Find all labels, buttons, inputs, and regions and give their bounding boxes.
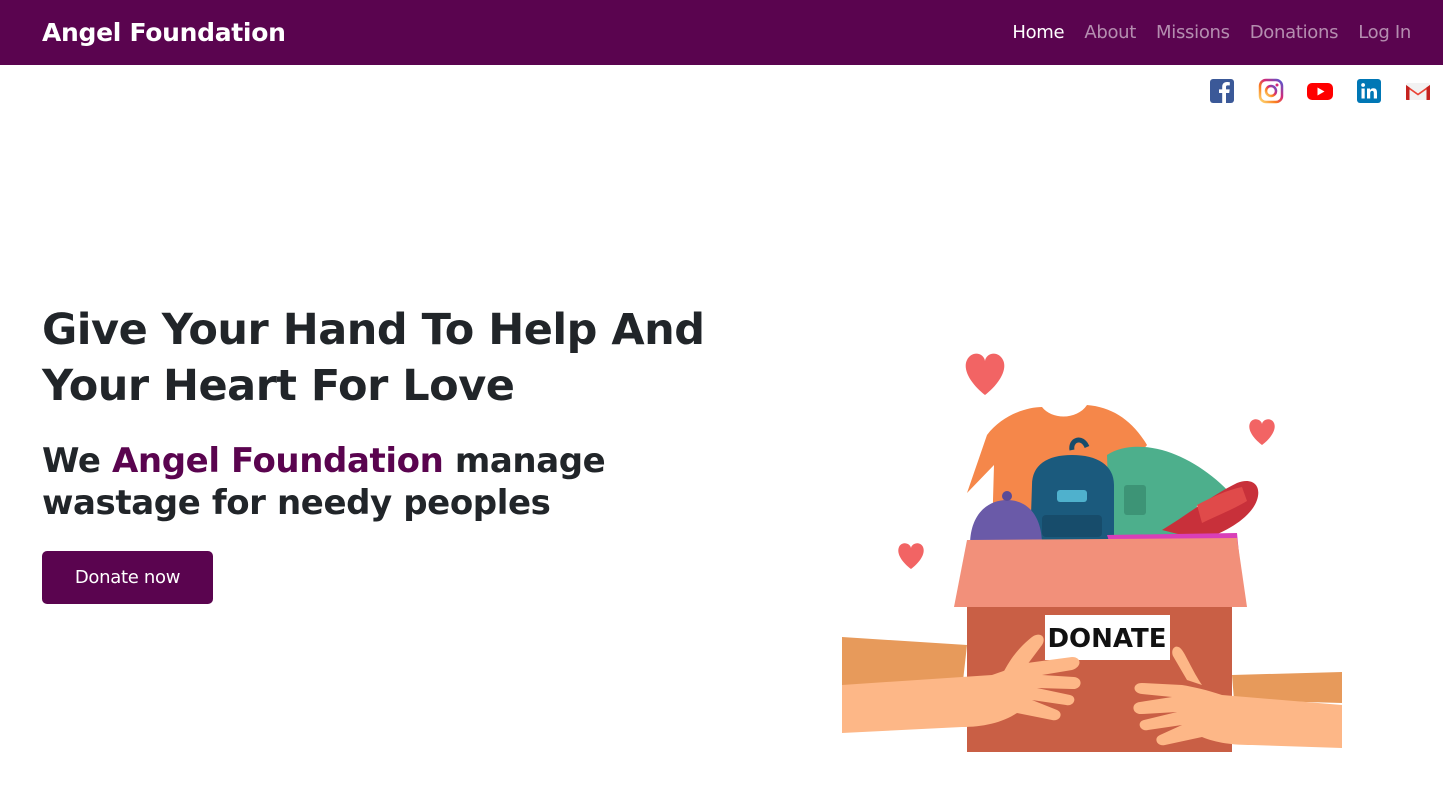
facebook-icon[interactable]	[1209, 78, 1235, 104]
headline-line-1: Give Your Hand To Help And	[42, 305, 705, 355]
heart-icon	[898, 543, 924, 569]
headline-line-2: Your Heart For Love	[42, 361, 515, 411]
subheading-brand: Angel Foundation	[112, 441, 444, 481]
youtube-icon[interactable]	[1307, 78, 1333, 104]
nav-missions[interactable]: Missions	[1146, 22, 1240, 43]
brand-logo[interactable]: Angel Foundation	[42, 18, 286, 47]
nav-home[interactable]: Home	[1002, 22, 1074, 43]
hero-subheading: We Angel Foundation manage wastage for n…	[42, 440, 742, 524]
social-links	[1209, 78, 1431, 104]
top-navbar: Angel Foundation Home About Missions Don…	[0, 0, 1443, 65]
gmail-icon[interactable]	[1405, 78, 1431, 104]
box-label: DONATE	[1047, 624, 1166, 654]
donate-now-button[interactable]: Donate now	[42, 551, 213, 604]
hero-section: Give Your Hand To Help And Your Heart Fo…	[42, 302, 742, 524]
subheading-prefix: We	[42, 441, 112, 481]
hero-headline: Give Your Hand To Help And Your Heart Fo…	[42, 302, 742, 414]
nav-donations[interactable]: Donations	[1240, 22, 1348, 43]
nav-about[interactable]: About	[1074, 22, 1146, 43]
nav-login[interactable]: Log In	[1348, 22, 1421, 43]
nav-links: Home About Missions Donations Log In	[1002, 22, 1421, 43]
heart-icon	[1249, 419, 1275, 445]
heart-icon	[965, 353, 1005, 395]
linkedin-icon[interactable]	[1356, 78, 1382, 104]
donation-box-illustration: DONATE	[842, 353, 1342, 752]
instagram-icon[interactable]	[1258, 78, 1284, 104]
